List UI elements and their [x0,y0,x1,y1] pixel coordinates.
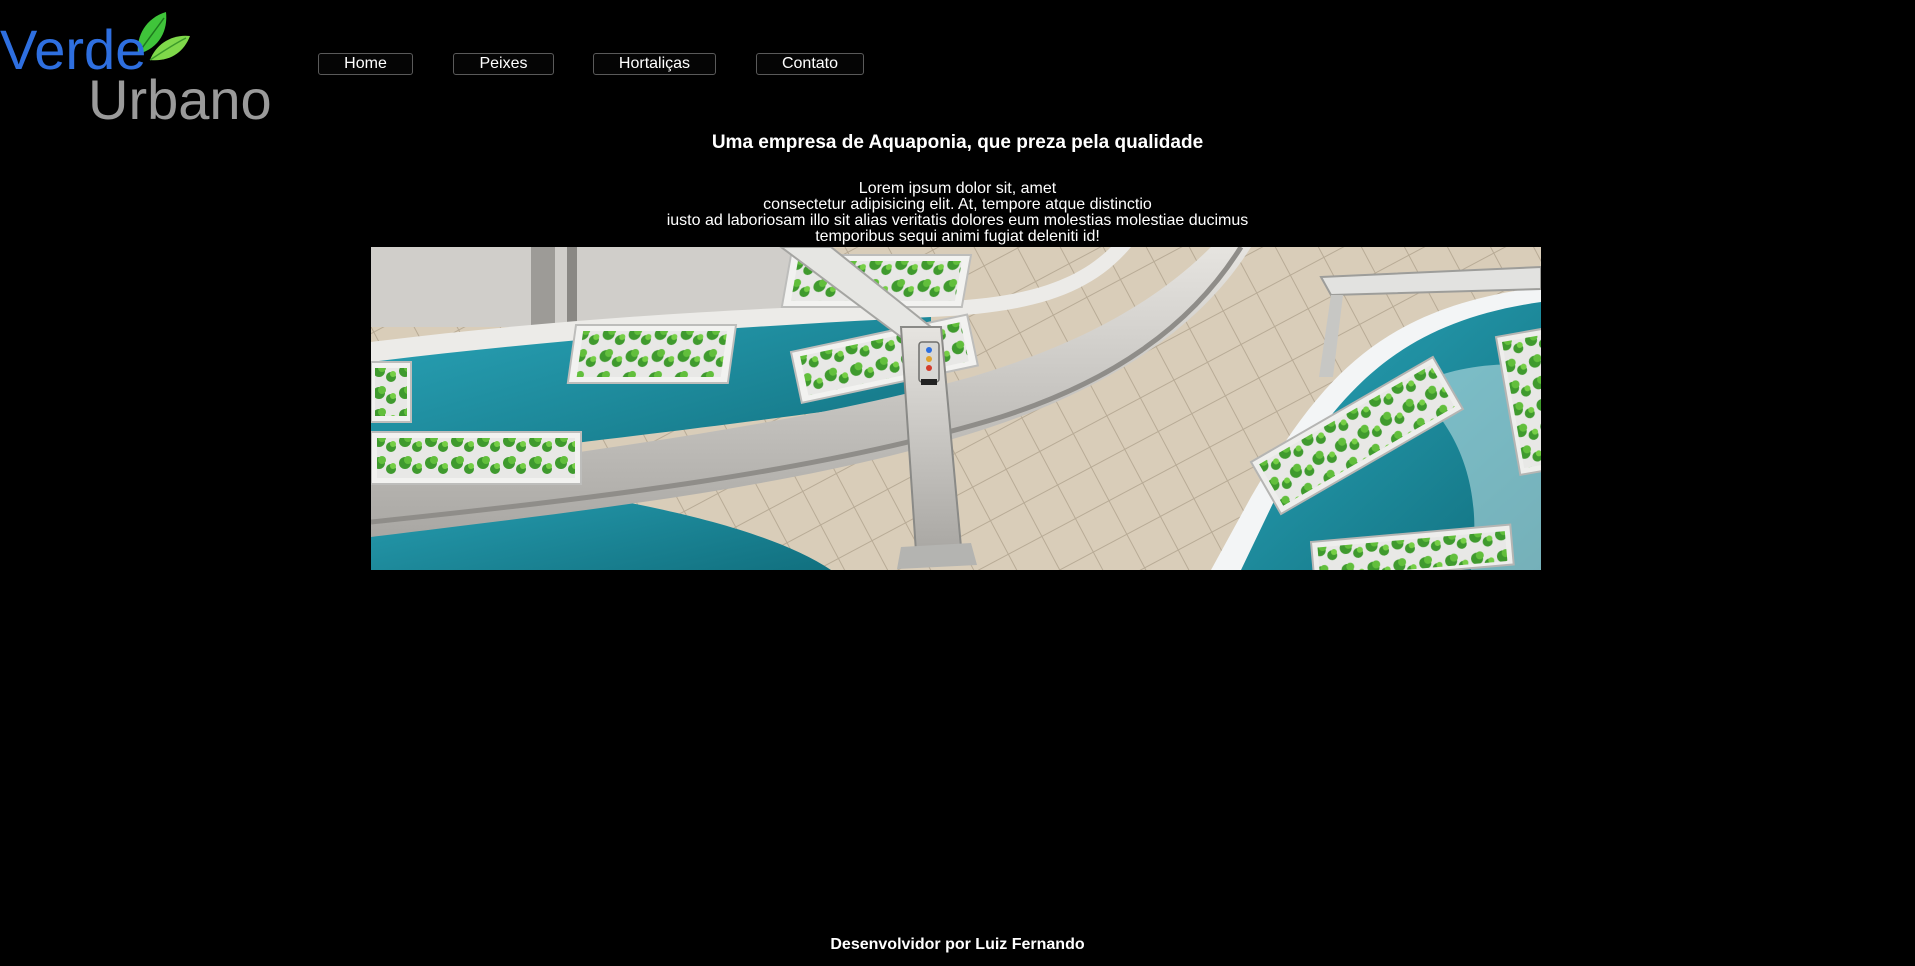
page: Verde Urbano Home Peixes Hortaliças Cont… [0,0,1915,966]
intro-line: temporibus sequi animi fugiat deleniti i… [815,228,1100,245]
intro-line: consectetur adipisicing elit. At, tempor… [763,196,1152,213]
nav-peixes-button[interactable]: Peixes [453,53,554,75]
nav-contato-button[interactable]: Contato [756,53,864,75]
footer-credit: Desenvolvidor por Luiz Fernando [830,936,1085,953]
aquaponics-illustration [371,247,1541,570]
site-logo[interactable]: Verde Urbano [0,10,295,131]
nav-home-button[interactable]: Home [318,53,413,75]
intro-line: Lorem ipsum dolor sit, amet [858,180,1057,197]
logo-word-urbano: Urbano [88,68,272,131]
hero-image [371,247,1541,570]
intro-paragraph: Lorem ipsum dolor sit, amet consectetur … [0,181,1915,245]
nav-hortalicas-button[interactable]: Hortaliças [593,53,716,75]
page-headline: Uma empresa de Aquaponia, que preza pela… [711,132,1204,153]
intro-line: iusto ad laboriosam illo sit alias verit… [666,212,1249,229]
